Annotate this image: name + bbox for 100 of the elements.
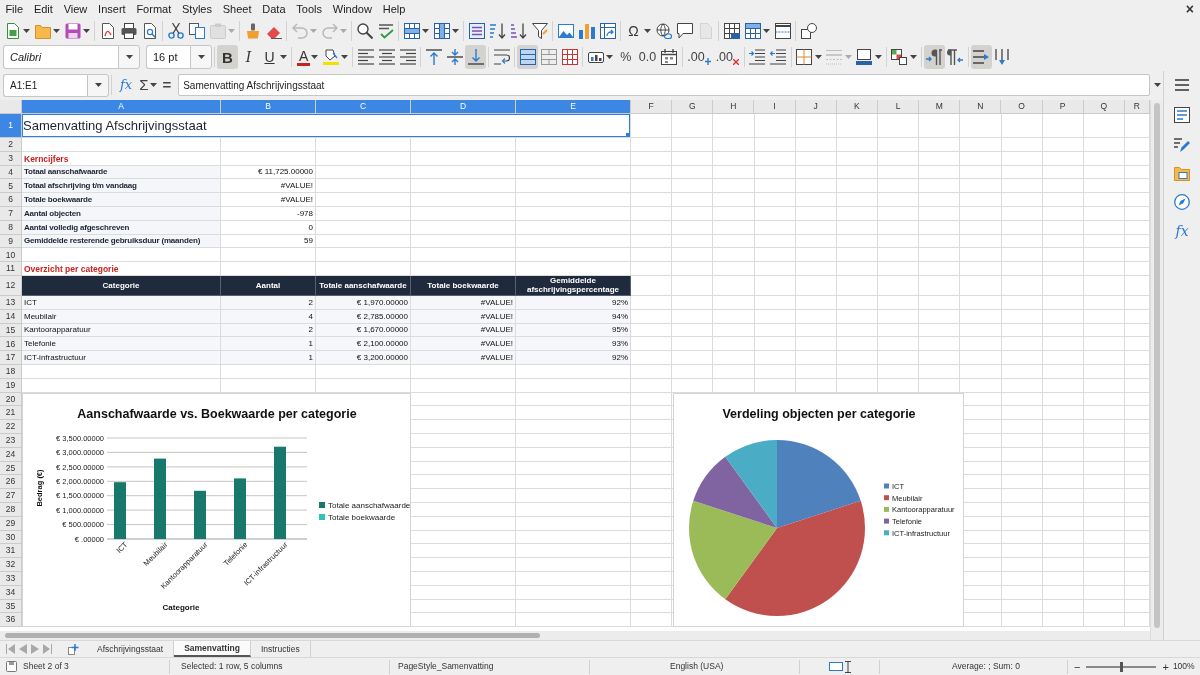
table-column-icon[interactable] xyxy=(433,22,450,39)
image-icon[interactable] xyxy=(557,22,574,39)
caret-icon[interactable] xyxy=(23,28,30,33)
menu-item[interactable]: Format xyxy=(131,1,177,17)
speech-bubble-icon[interactable] xyxy=(676,22,693,39)
scissors-icon[interactable] xyxy=(167,22,184,39)
function-wizard-button[interactable]: fx xyxy=(116,77,137,93)
bar-chart-icon[interactable] xyxy=(578,22,595,39)
column-header[interactable]: F xyxy=(631,100,673,114)
highlighter-icon[interactable] xyxy=(322,49,339,65)
sum-button[interactable]: Σ xyxy=(136,76,151,94)
sheet-tab[interactable]: Instructies xyxy=(250,641,311,657)
merge-cells-icon[interactable] xyxy=(540,49,557,65)
caret-icon[interactable] xyxy=(814,55,822,59)
underline-button[interactable]: U xyxy=(259,45,280,69)
split-cells-icon[interactable] xyxy=(561,49,578,65)
align-bottom-button[interactable] xyxy=(465,45,487,69)
caret-icon[interactable] xyxy=(150,83,158,87)
row-header[interactable]: 17 xyxy=(0,351,22,365)
row-header[interactable]: 27 xyxy=(0,489,22,503)
formula-button[interactable]: = xyxy=(159,76,175,94)
compass-icon[interactable] xyxy=(1174,194,1190,210)
left-to-right-button[interactable] xyxy=(923,45,945,69)
caret-icon[interactable] xyxy=(422,28,429,33)
font-color-button[interactable]: A xyxy=(297,48,311,66)
column-header[interactable]: B xyxy=(221,100,316,114)
special-character-button[interactable]: Ω xyxy=(623,18,644,43)
calendar-icon[interactable] xyxy=(661,49,678,65)
text-cursor-icon[interactable] xyxy=(845,660,851,673)
row-header[interactable]: 11 xyxy=(0,262,22,276)
caret-icon[interactable] xyxy=(763,28,770,33)
sheet-tab[interactable]: Samenvatting xyxy=(174,641,251,657)
sort-ascending-icon[interactable] xyxy=(489,22,506,39)
menu-item[interactable]: Window xyxy=(327,1,378,17)
menu-item[interactable]: Tools xyxy=(290,1,328,17)
caret-icon[interactable] xyxy=(452,28,459,33)
column-header[interactable]: E xyxy=(516,100,631,114)
menu-item[interactable]: View xyxy=(58,1,93,17)
row-header[interactable]: 32 xyxy=(0,558,22,572)
menu-item[interactable]: Insert xyxy=(92,1,131,17)
number-format-button[interactable]: 0.0 xyxy=(636,45,659,69)
menu-item[interactable]: Sheet xyxy=(217,1,257,17)
properties-icon[interactable] xyxy=(1174,107,1190,123)
row-header[interactable]: 2 xyxy=(0,138,22,152)
bold-button[interactable]: B xyxy=(217,45,238,69)
menu-item[interactable]: Help xyxy=(377,1,411,17)
dropdown-button[interactable] xyxy=(190,45,212,69)
window-split-icon[interactable] xyxy=(774,22,791,39)
row-header[interactable]: 31 xyxy=(0,544,22,559)
column-header[interactable]: Q xyxy=(1083,100,1125,114)
column-header[interactable]: M xyxy=(919,100,961,114)
magnifier-icon[interactable] xyxy=(356,22,373,39)
slider-thumb[interactable] xyxy=(1119,661,1123,672)
row-header[interactable]: 5 xyxy=(0,179,22,194)
print-preview-icon[interactable] xyxy=(141,22,158,39)
row-header[interactable]: 22 xyxy=(0,420,22,434)
image-folder-icon[interactable] xyxy=(1174,165,1190,181)
caret-icon[interactable] xyxy=(644,28,651,33)
table-row-icon[interactable] xyxy=(403,22,420,39)
column-header[interactable]: G xyxy=(672,100,714,114)
menu-item[interactable]: Edit xyxy=(28,1,59,17)
caret-icon[interactable] xyxy=(53,28,60,33)
font-size-field[interactable]: 16 pt xyxy=(146,45,190,69)
paintbrush-icon[interactable] xyxy=(244,22,261,39)
menu-icon[interactable] xyxy=(1175,79,1189,91)
dropdown-button[interactable] xyxy=(87,73,109,97)
row-header[interactable]: 10 xyxy=(0,248,22,263)
formula-input[interactable]: Samenvatting Afschrijvingsstaat xyxy=(178,74,1150,96)
column-header[interactable]: K xyxy=(836,100,878,114)
percent-button[interactable]: % xyxy=(615,45,637,69)
copy-icon[interactable] xyxy=(188,22,205,39)
row-header[interactable]: 6 xyxy=(0,193,22,207)
spreadsheet-document-icon[interactable] xyxy=(4,22,21,39)
table-print-icon[interactable] xyxy=(723,22,740,39)
dropdown-button[interactable] xyxy=(118,45,140,69)
column-header[interactable]: N xyxy=(960,100,1002,114)
italic-button[interactable]: I xyxy=(238,45,259,69)
selection-mode-icon[interactable] xyxy=(829,662,843,671)
caret-icon[interactable] xyxy=(874,55,882,59)
close-button[interactable]: × xyxy=(1185,1,1194,17)
document-status-icon[interactable] xyxy=(6,661,17,672)
spelling-check-icon[interactable] xyxy=(377,22,394,39)
table-freeze-icon[interactable] xyxy=(744,22,761,39)
column-header[interactable]: P xyxy=(1042,100,1084,114)
column-header[interactable]: L xyxy=(877,100,920,114)
row-header[interactable]: 36 xyxy=(0,613,22,628)
column-header[interactable]: C xyxy=(316,100,411,114)
row-header[interactable]: 16 xyxy=(0,337,22,352)
row-header[interactable]: 12 xyxy=(0,275,22,296)
vertical-scrollbar[interactable] xyxy=(1150,100,1163,640)
decrease-indent-icon[interactable] xyxy=(770,49,786,65)
sort-descending-icon[interactable] xyxy=(510,22,527,39)
row-header[interactable]: 26 xyxy=(0,475,22,490)
caret-icon[interactable] xyxy=(606,55,614,59)
caret-icon[interactable] xyxy=(83,28,90,33)
shapes-icon[interactable] xyxy=(800,22,817,39)
border-color-icon[interactable] xyxy=(856,49,872,65)
caret-icon[interactable] xyxy=(1154,83,1161,87)
conditional-format-icon[interactable] xyxy=(891,49,907,65)
add-sheet-icon[interactable] xyxy=(68,643,79,655)
